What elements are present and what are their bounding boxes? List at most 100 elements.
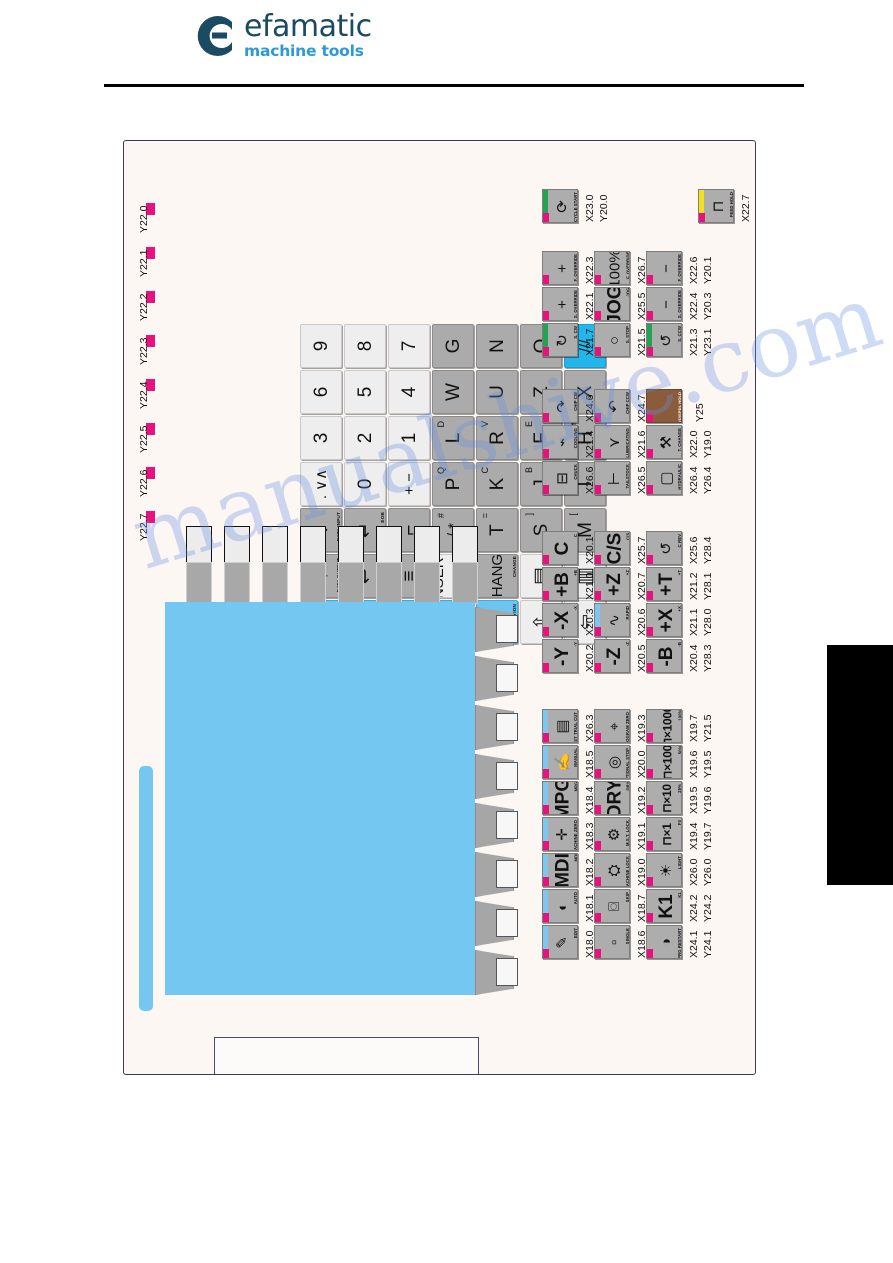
mdi-key-label: + − — [400, 473, 418, 495]
operator-button-mdi[interactable]: MDI MDI — [542, 853, 578, 887]
operator-button-program-zero[interactable]: ⌖ PROGRAM ZERO — [594, 709, 630, 743]
operator-button-rapid[interactable]: ∿ RAPID — [594, 603, 630, 637]
operator-button-t-change[interactable]: ⚒ T. CHANGE — [646, 425, 682, 459]
operator-button-chip-ccw[interactable]: ↶ CHIP CCW — [594, 389, 630, 423]
operator-button-mpg[interactable]: MPG MPG — [542, 781, 578, 815]
operator-button-c-s[interactable]: C/S C/S — [594, 531, 630, 565]
operator-button-cooling[interactable]: ⌁ COOLING — [542, 425, 578, 459]
mdi-key-change[interactable]: CHANGE CHANGE — [476, 554, 518, 598]
operator-button-prg-restart[interactable]: ◑ PRG RESTART — [646, 925, 682, 959]
operator-button-edit[interactable]: ✎ EDIT — [542, 925, 578, 959]
operator-button-y[interactable]: -Y -Y — [542, 639, 578, 673]
operator-button-hydraulic[interactable]: ▢ HYDRAULIC — [646, 461, 682, 495]
operator-button-x[interactable]: +X +X — [646, 603, 682, 637]
operator-button-b[interactable]: -B -B — [646, 639, 682, 673]
mdi-key-2[interactable]: 2 — [344, 416, 386, 460]
operator-button-single[interactable]: ▫ SINGLE — [594, 925, 630, 959]
softkey-body[interactable] — [376, 562, 402, 604]
input-address-label: X19.5 — [688, 786, 700, 814]
mdi-key-k[interactable]: KC — [476, 462, 518, 506]
axis-minus-z-icon: -Z — [604, 647, 625, 665]
softkey-body[interactable] — [300, 562, 326, 604]
operator-button-x[interactable]: -X -X — [542, 603, 578, 637]
operator-button-chip-cw[interactable]: ↷ CHIP CW — [542, 389, 578, 423]
operator-button-s-stop[interactable]: ○ S. STOP — [594, 323, 630, 357]
operator-button-s-override[interactable]: + S. OVERRIDE — [542, 287, 578, 321]
mdi-key-4[interactable]: 4 — [388, 370, 430, 414]
mdi-key-3[interactable]: 3 — [300, 416, 342, 460]
softkey-cap[interactable] — [376, 526, 402, 562]
operator-button-optional-stop[interactable]: ◎ OPTIONAL STOP — [594, 745, 630, 779]
mdi-key-6[interactable]: 6 — [300, 370, 342, 414]
softkey-cap[interactable] — [338, 526, 364, 562]
mdi-key-w[interactable]: W — [432, 370, 474, 414]
operator-button-tailstock[interactable]: ⊢ TAILSTOCK — [594, 461, 630, 495]
mdi-key-[interactable]: + − — [388, 462, 430, 506]
softkey-body[interactable] — [452, 562, 478, 604]
mdi-key-label: 6 — [310, 386, 332, 398]
operator-button-f-override[interactable]: 100% F. OVERRIDE — [594, 251, 630, 285]
mdi-key-u[interactable]: U — [476, 370, 518, 414]
operator-button-c[interactable]: CC — [542, 531, 578, 565]
operator-button-m-s-t-lock[interactable]: ⚙ M.S.T. LOCK — [594, 817, 630, 851]
operator-button-f0[interactable]: ⊓×1 F0 — [646, 817, 682, 851]
operator-button-b[interactable]: +B +B — [542, 567, 578, 601]
mdi-key-1[interactable]: 1 — [388, 416, 430, 460]
softkey-cap[interactable] — [224, 526, 250, 562]
operator-button-c-rev[interactable]: ↺ C REV — [646, 531, 682, 565]
operator-button-f-override[interactable]: − F. OVERRIDE — [646, 251, 682, 285]
mdi-key-8[interactable]: 8 — [344, 324, 386, 368]
softkey-body[interactable] — [186, 562, 212, 604]
operator-button-skip[interactable]: ⌼ SKIP — [594, 889, 630, 923]
operator-button-k1[interactable]: K1 K1 — [646, 889, 682, 923]
operator-button-lubricating[interactable]: ⋎ LUBRICATING — [594, 425, 630, 459]
feed-override-100-icon: 100% — [606, 251, 623, 285]
softkey-cap[interactable] — [186, 526, 212, 562]
softkey-cap[interactable] — [262, 526, 288, 562]
softkey-body[interactable] — [338, 562, 364, 604]
mdi-key-5[interactable]: 5 — [344, 370, 386, 414]
operator-button-auto[interactable]: ◐ AUTO — [542, 889, 578, 923]
operator-button-jog[interactable]: JOG JOG — [594, 287, 630, 321]
input-address-label: X24.2 — [688, 894, 700, 922]
operator-button-f-override[interactable]: + F. OVERRIDE — [542, 251, 578, 285]
softkey-body[interactable] — [224, 562, 250, 604]
softkey-cap[interactable] — [300, 526, 326, 562]
operator-button-manual[interactable]: ✍ MANUAL — [542, 745, 578, 779]
mdi-key-superscript: ] — [524, 513, 534, 516]
operator-button-dry[interactable]: DRY DRY — [594, 781, 630, 815]
operator-button-s-cw[interactable]: ↻ S. CW — [542, 323, 578, 357]
softkey-cap[interactable] — [414, 526, 440, 562]
mdi-key-l[interactable]: LD — [432, 416, 474, 460]
softkey-body[interactable] — [414, 562, 440, 604]
operator-button-cycle-start[interactable]: ⟳ CYCLE START — [542, 189, 578, 223]
operator-button-s-ccw[interactable]: ↺ S. CCW — [646, 323, 682, 357]
operator-button-machine-lock[interactable]: ⛭ MACHINE LOCK — [594, 853, 630, 887]
mdi-key-r[interactable]: RV — [476, 416, 518, 460]
mdi-key-0[interactable]: 0 — [344, 462, 386, 506]
operator-button-25[interactable]: ⊓×10 25% — [646, 781, 682, 815]
operator-button-chuck[interactable]: ⊟ CHUCK — [542, 461, 578, 495]
mdi-key-g[interactable]: G — [432, 324, 474, 368]
mdi-key-9[interactable]: 9 — [300, 324, 342, 368]
mdi-key-n[interactable]: N — [476, 324, 518, 368]
operator-button-z[interactable]: +Z +Z — [594, 567, 630, 601]
operator-button-z[interactable]: -Z -Z — [594, 639, 630, 673]
operator-button-s-override[interactable]: − S. OVERRIDE — [646, 287, 682, 321]
mdi-key-t[interactable]: T = — [476, 508, 518, 552]
softkey-cap[interactable] — [452, 526, 478, 562]
operator-button-50[interactable]: ⊓×100 50% — [646, 745, 682, 779]
mst-lock-icon: ⚙ — [606, 827, 623, 841]
operator-button-machine-zero[interactable]: ✛ MACHINE ZERO — [542, 817, 578, 851]
mdi-key-p[interactable]: PQ — [432, 462, 474, 506]
softkey-body[interactable] — [262, 562, 288, 604]
operator-button-light[interactable]: ☀ LIGHT — [646, 853, 682, 887]
operator-button-mst-trial-cut[interactable]: ▤ MST TRIAL CUT — [542, 709, 578, 743]
button-caption: -Z — [625, 641, 630, 646]
operator-button-feed-hold[interactable]: ⊓ FEED HOLD — [698, 189, 734, 223]
operator-button-servo-spdl-hold[interactable]: SERVO/SPDL HOLD — [646, 389, 682, 423]
mdi-key-[interactable]: . ∨∧ — [300, 462, 342, 506]
operator-button-100[interactable]: ⊓×1000 100% — [646, 709, 682, 743]
operator-button-t[interactable]: +T +T — [646, 567, 682, 601]
mdi-key-7[interactable]: 7 — [388, 324, 430, 368]
